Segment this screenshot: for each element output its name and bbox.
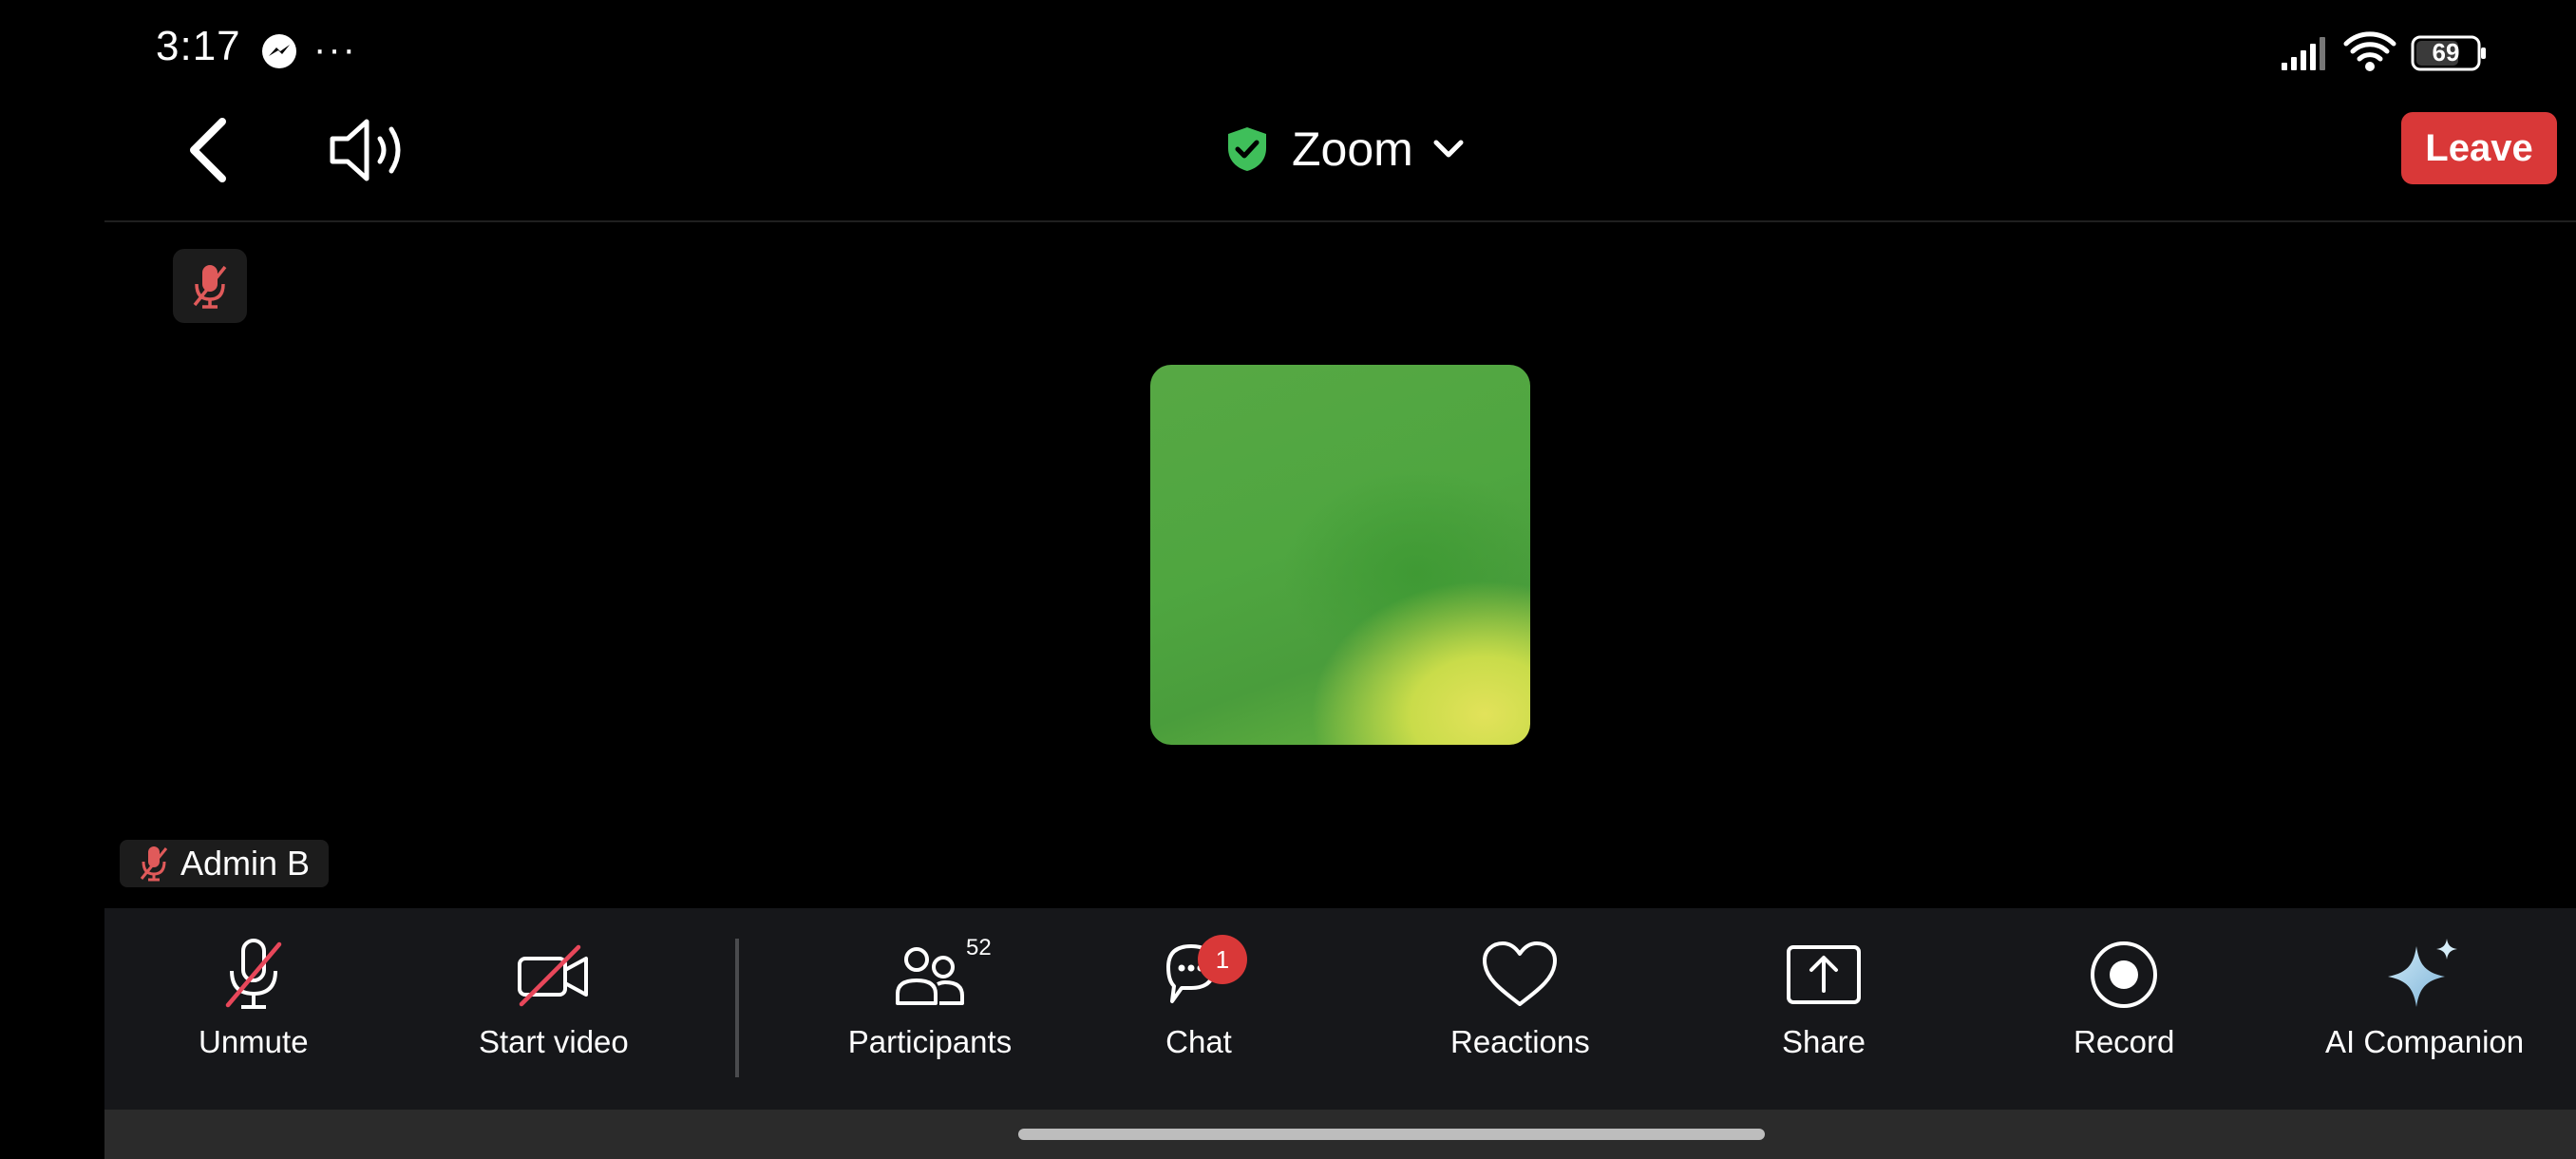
mic-muted-icon	[140, 846, 168, 882]
toolbar-divider	[735, 939, 739, 1077]
mute-indicator[interactable]	[173, 249, 247, 323]
share-upload-icon	[1787, 945, 1861, 1004]
shield-check-icon	[1228, 127, 1266, 171]
unmute-label: Unmute	[199, 1024, 309, 1059]
participant-name-tag: Admin B	[120, 840, 330, 887]
battery-level: 69	[2432, 38, 2460, 66]
home-indicator[interactable]	[1018, 1129, 1765, 1140]
meeting-title: Zoom	[1292, 123, 1413, 176]
chevron-down-icon	[1433, 140, 1464, 158]
participant-avatar	[1150, 365, 1530, 745]
navigation-bar	[104, 1110, 2576, 1159]
back-arrow-icon[interactable]	[173, 112, 249, 188]
speaker-icon[interactable]	[325, 114, 416, 186]
record-label: Record	[2074, 1024, 2175, 1059]
chat-label: Chat	[1165, 1024, 1232, 1059]
share-button[interactable]: Share	[1781, 935, 1866, 1077]
chat-unread-badge: 1	[1198, 935, 1247, 984]
heart-icon	[1483, 941, 1558, 1006]
ai-companion-label: AI Companion	[2325, 1024, 2525, 1059]
video-off-icon	[517, 944, 588, 1007]
reactions-button[interactable]: Reactions	[1450, 935, 1590, 1077]
status-time: 3:17	[156, 23, 241, 69]
status-bar: 3:17 ··· 69	[0, 0, 2576, 95]
messenger-icon	[262, 34, 296, 68]
meeting-toolbar: Unmute Start video 52 Participants 1 Cha…	[104, 908, 2576, 1110]
mic-muted-icon	[193, 265, 227, 309]
start-video-button[interactable]: Start video	[479, 935, 629, 1077]
wifi-icon	[2343, 31, 2396, 71]
start-video-label: Start video	[479, 1024, 629, 1059]
participants-icon	[896, 947, 964, 1005]
signal-icon	[2282, 37, 2325, 70]
chat-button[interactable]: 1 Chat	[1156, 935, 1247, 1077]
participant-name: Admin B	[180, 844, 311, 883]
record-button[interactable]: Record	[2074, 935, 2174, 1077]
more-notifications-indicator: ···	[313, 28, 357, 70]
reactions-label: Reactions	[1450, 1024, 1590, 1059]
participants-count: 52	[966, 935, 992, 960]
sparkle-icon	[2387, 939, 2457, 1007]
unmute-button[interactable]: Unmute	[199, 935, 309, 1077]
leave-button[interactable]: Leave	[2401, 112, 2557, 184]
meeting-header: Zoom Leave	[104, 95, 2576, 222]
ai-companion-button[interactable]: AI Companion	[2325, 935, 2524, 1077]
participants-button[interactable]: 52 Participants	[835, 935, 1025, 1077]
share-label: Share	[1781, 1024, 1866, 1059]
record-icon	[2091, 941, 2158, 1008]
meeting-info-button[interactable]: Zoom	[1225, 116, 1465, 182]
participants-label: Participants	[847, 1024, 1013, 1059]
zoom-meeting-screen: 3:17 ··· 69 Zoom Leave Admin B Unmute St…	[0, 0, 2576, 1159]
mic-muted-icon	[225, 939, 282, 1009]
